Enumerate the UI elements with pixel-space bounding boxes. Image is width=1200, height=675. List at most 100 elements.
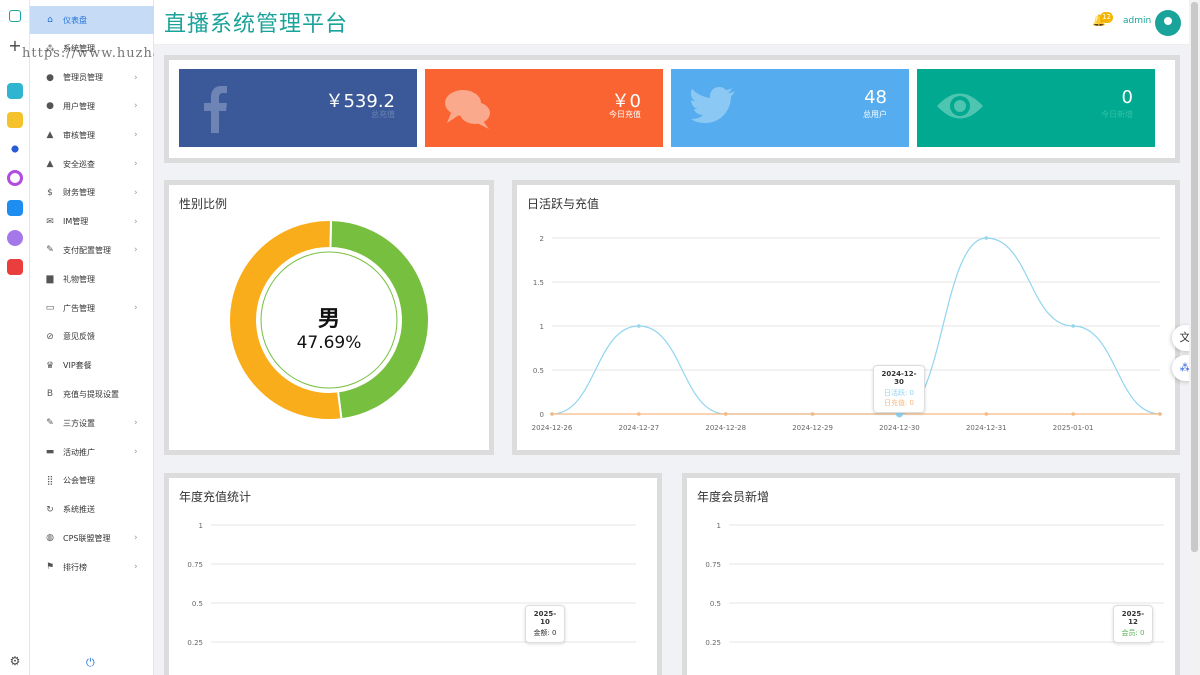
user-icon: ● <box>46 72 54 83</box>
paperclip-icon: ⊘ <box>46 331 54 342</box>
user-name[interactable]: admin <box>1123 16 1151 26</box>
sidebar-item-label: 充值与提现设置 <box>63 389 119 399</box>
sidebar-item-label: 安全巡查 <box>63 159 95 169</box>
sidebar-item[interactable]: ↻ 系统推送 <box>30 496 154 524</box>
x-tick-label: 2025-01-01 <box>1053 424 1094 432</box>
sidebar-item[interactable]: ▬ 活动推广 › <box>30 438 154 466</box>
x-tick-label: 2024-12-28 <box>705 424 746 432</box>
gender-panel: 性别比例 男 47.69% <box>164 180 494 455</box>
twitter-bird-icon <box>691 87 735 123</box>
tooltip-date: 2025-10 <box>533 610 557 626</box>
sidebar-item[interactable]: ✎ 三方设置 › <box>30 409 154 437</box>
flag-icon: ⚑ <box>45 562 55 573</box>
gift-icon: ▆ <box>46 274 54 285</box>
sidebar-item[interactable]: ♛ VIP套餐 <box>30 352 154 380</box>
ai-icon[interactable] <box>7 200 23 216</box>
sidebar-item[interactable]: ⣿ 公会管理 <box>30 467 154 495</box>
warning-icon: ▲ <box>46 159 54 169</box>
stat-label: 总充值 <box>371 110 395 119</box>
page-scrollbar[interactable] <box>1189 0 1200 675</box>
donut-center-value: 47.69% <box>296 333 362 353</box>
bitcoin-icon: B <box>46 389 54 400</box>
wrench-icon: ✎ <box>46 245 54 256</box>
data-point <box>984 236 989 240</box>
home-icon: ⌂ <box>47 15 53 25</box>
y-tick-label: 0.25 <box>187 639 203 647</box>
chevron-right-icon: › <box>134 101 138 112</box>
sidebar-item-label: 排行榜 <box>63 562 87 572</box>
network-icon[interactable] <box>7 141 23 157</box>
sidebar-item[interactable]: $ 财务管理 › <box>30 179 154 207</box>
sidebar-item[interactable]: ▲ 安全巡查 › <box>30 150 154 178</box>
donut-center-label: 男 <box>317 307 340 332</box>
chevron-right-icon: › <box>134 303 138 313</box>
annual-recharge-panel: 年度充值统计 0.25 0.5 0.75 1 2025-10 金额: 0 <box>164 473 662 675</box>
chat-bubbles-icon <box>445 90 490 129</box>
avatar[interactable] <box>1155 10 1181 36</box>
x-tick-label: 2024-12-26 <box>532 424 573 432</box>
y-tick-label: 1.5 <box>533 279 544 287</box>
stat-label: 总用户 <box>863 110 887 119</box>
sidebar-item-label: VIP套餐 <box>63 361 92 371</box>
sidebar-item-label: 意见反馈 <box>63 332 95 342</box>
globe-icon: ◍ <box>46 533 54 544</box>
x-tick-label: 2024-12-27 <box>619 424 660 432</box>
crown-icon: ♛ <box>45 360 55 371</box>
stat-card-today-new[interactable]: 0 今日新增 <box>917 69 1155 147</box>
data-point <box>810 412 815 416</box>
sidebar: ⌂ 仪表盘 ⁂ 系统管理 ● 管理员管理 › ● 用户管理 › ▲ 审核管理 › ▲ 安全巡查 › $ 财务管理 ›… <box>30 0 154 675</box>
sidebar-item-label: 广告管理 <box>63 303 95 313</box>
sidebar-item[interactable]: ⌂ 仪表盘 <box>30 6 154 34</box>
gamepad-icon[interactable] <box>7 259 23 275</box>
x-tick-label: 2024-12-30 <box>879 424 920 432</box>
sidebar-item-label: 礼物管理 <box>63 274 95 284</box>
y-tick-label: 0 <box>540 411 544 419</box>
chart-tooltip: 2025-10 金额: 0 <box>525 605 565 643</box>
chevron-right-icon: › <box>134 418 138 429</box>
sidebar-item[interactable]: ● 用户管理 › <box>30 92 154 120</box>
sidebar-item[interactable]: ▲ 审核管理 › <box>30 121 154 149</box>
sidebar-item[interactable]: ✉ IM管理 › <box>30 208 154 236</box>
stat-card-total-users[interactable]: 48 总用户 <box>671 69 909 147</box>
sidebar-item[interactable]: ◍ CPS联盟管理 › <box>30 524 154 552</box>
power-icon[interactable]: ⏻ <box>86 656 95 670</box>
data-point <box>637 412 641 416</box>
notification-badge: 12 <box>1100 12 1113 23</box>
briefcase-icon: ▬ <box>45 447 55 457</box>
app-icon-1[interactable] <box>7 83 23 99</box>
settings-icon[interactable]: ⚙ <box>7 653 23 669</box>
y-tick-label: 0.5 <box>533 367 544 375</box>
sidebar-item[interactable]: ▆ 礼物管理 <box>30 265 154 293</box>
sidebar-item[interactable]: B 充值与提现设置 <box>30 380 154 408</box>
chevron-right-icon: › <box>134 72 138 83</box>
tooltip-line-1: 日活跃: 0 <box>883 389 915 397</box>
sidebar-item-label: 公会管理 <box>63 476 95 486</box>
sidebar-item[interactable]: ⊘ 意见反馈 <box>30 323 154 351</box>
ai-ring-icon[interactable] <box>7 170 23 186</box>
wrench-icon: ✎ <box>46 418 54 429</box>
sidebar-item-label: 审核管理 <box>63 130 95 140</box>
plus-icon[interactable]: + <box>7 38 23 54</box>
star-icon[interactable] <box>7 112 23 128</box>
chat-icon[interactable] <box>7 230 23 246</box>
sidebar-item[interactable]: ✎ 支付配置管理 › <box>30 236 154 264</box>
y-tick-label: 0.75 <box>705 561 721 569</box>
sidebar-item-label: 财务管理 <box>63 188 95 198</box>
home-icon[interactable] <box>9 10 21 22</box>
stat-card-total-recharge[interactable]: ￥539.2 总充值 <box>179 69 417 147</box>
grid-icon: ⣿ <box>46 475 54 486</box>
sidebar-item[interactable]: ⚑ 排行榜 › <box>30 553 154 581</box>
daily-activity-panel: 日活跃与充值 0 0.5 1 1.5 2 2024-12-26 2024-12-27 2024… <box>512 180 1180 455</box>
y-tick-label: 0.25 <box>705 639 721 647</box>
scroll-thumb[interactable] <box>1191 2 1198 552</box>
chevron-right-icon: › <box>134 245 138 256</box>
sidebar-item[interactable]: ● 管理员管理 › <box>30 64 154 92</box>
chevron-right-icon: › <box>134 533 138 544</box>
sidebar-item[interactable]: ▭ 广告管理 › <box>30 294 154 322</box>
chevron-right-icon: › <box>134 216 138 227</box>
y-tick-label: 0.5 <box>710 600 721 608</box>
stat-card-today-recharge[interactable]: ￥0 今日充值 <box>425 69 663 147</box>
header: 直播系统管理平台 🔔 12 admin <box>154 0 1190 45</box>
data-point <box>984 412 989 416</box>
y-tick-label: 1 <box>199 522 203 530</box>
